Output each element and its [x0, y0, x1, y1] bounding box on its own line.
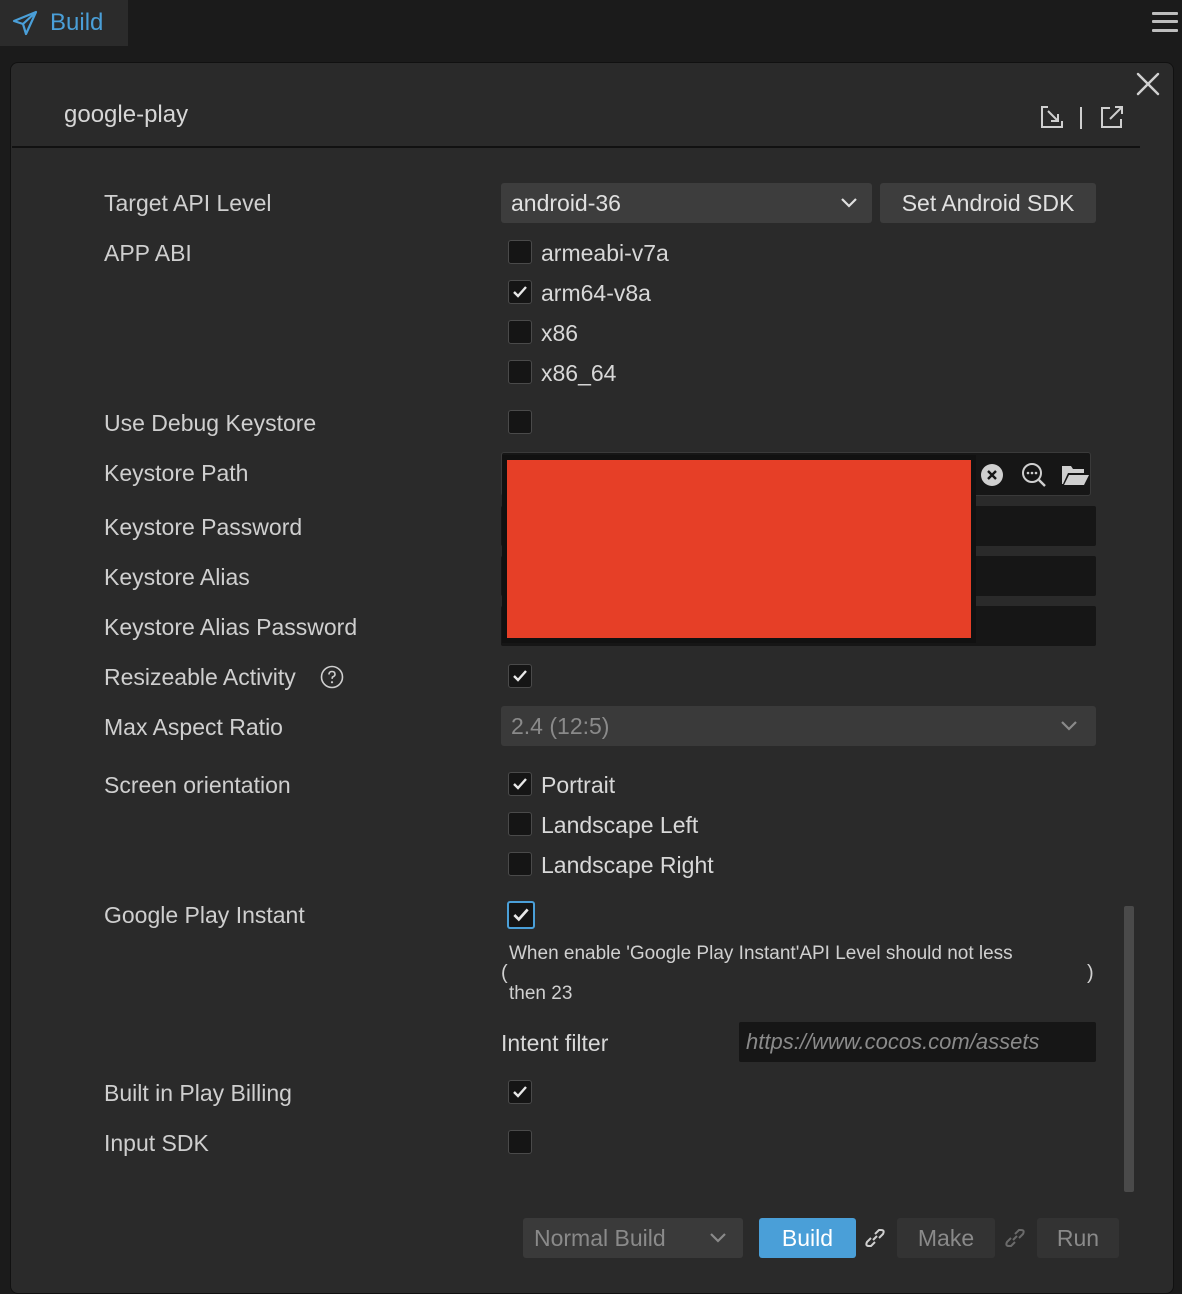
header-divider — [1080, 107, 1082, 129]
set-android-sdk-button[interactable]: Set Android SDK — [880, 183, 1096, 223]
help-icon[interactable] — [320, 665, 344, 689]
google-play-instant-label: Google Play Instant — [104, 902, 305, 928]
make-button[interactable]: Make — [897, 1218, 995, 1258]
orientation-option-label: Landscape Right — [541, 852, 714, 878]
intent-filter-placeholder: https://www.cocos.com/assets — [746, 1029, 1040, 1054]
play-billing-label: Built in Play Billing — [104, 1080, 292, 1106]
checkmark-icon — [513, 286, 527, 298]
import-icon[interactable] — [1038, 103, 1066, 131]
abi-x86-checkbox[interactable] — [508, 320, 532, 344]
checkmark-icon — [513, 778, 527, 790]
checkmark-icon — [513, 670, 527, 682]
target-api-select[interactable]: android-36 — [501, 183, 872, 223]
intent-filter-input[interactable]: https://www.cocos.com/assets — [739, 1022, 1096, 1062]
input-sdk-label: Input SDK — [104, 1130, 209, 1156]
chevron-down-icon — [841, 198, 857, 208]
hamburger-menu-icon[interactable] — [1152, 10, 1178, 34]
paper-plane-icon — [12, 10, 38, 36]
search-file-icon[interactable] — [1020, 461, 1048, 489]
max-aspect-ratio-select[interactable]: 2.4 (12:5) — [501, 706, 1096, 746]
app-abi-label: APP ABI — [104, 240, 192, 266]
target-api-value: android-36 — [511, 189, 621, 216]
platform-title: google-play — [64, 101, 189, 128]
redaction-block — [502, 455, 976, 643]
checkmark-icon — [513, 1086, 527, 1098]
resizeable-activity-label: Resizeable Activity — [104, 664, 296, 691]
abi-arm64-v8a-checkbox[interactable] — [508, 280, 532, 304]
build-button[interactable]: Build — [759, 1218, 856, 1258]
resizeable-activity-text: Resizeable Activity — [104, 664, 296, 690]
orientation-landscape-left-checkbox[interactable] — [508, 812, 532, 836]
keystore-path-label: Keystore Path — [104, 460, 249, 486]
keystore-alias-label: Keystore Alias — [104, 564, 250, 590]
note-paren-close: ) — [1087, 962, 1094, 984]
chevron-down-icon — [710, 1233, 726, 1243]
abi-option-label: arm64-v8a — [541, 280, 651, 306]
orientation-option-label: Portrait — [541, 772, 616, 798]
tab-bar — [0, 0, 1182, 46]
target-api-label: Target API Level — [104, 190, 272, 216]
tab-build[interactable]: Build — [0, 0, 128, 46]
resizeable-activity-checkbox[interactable] — [508, 664, 532, 688]
close-icon[interactable] — [1134, 70, 1162, 98]
play-billing-checkbox[interactable] — [508, 1080, 532, 1104]
checkmark-icon — [513, 908, 529, 922]
folder-open-icon[interactable] — [1060, 462, 1090, 488]
orientation-landscape-right-checkbox[interactable] — [508, 852, 532, 876]
debug-keystore-label: Use Debug Keystore — [104, 410, 317, 436]
abi-armeabi-v7a-checkbox[interactable] — [508, 240, 532, 264]
link-icon — [1005, 1229, 1025, 1247]
tab-label: Build — [50, 9, 104, 36]
input-sdk-checkbox[interactable] — [508, 1130, 532, 1154]
build-type-value: Normal Build — [534, 1224, 666, 1251]
max-aspect-ratio-label: Max Aspect Ratio — [104, 714, 283, 740]
abi-option-label: armeabi-v7a — [541, 240, 669, 266]
link-icon — [865, 1229, 885, 1247]
note-paren-open: ( — [501, 962, 508, 984]
api-level-note-line2: then 23 — [509, 983, 573, 1004]
header-separator — [12, 146, 1140, 148]
orientation-portrait-checkbox[interactable] — [508, 772, 532, 796]
build-type-select[interactable]: Normal Build — [523, 1218, 743, 1258]
keystore-password-label: Keystore Password — [104, 514, 303, 540]
intent-filter-label: Intent filter — [501, 1030, 609, 1056]
abi-x86-64-checkbox[interactable] — [508, 360, 532, 384]
orientation-option-label: Landscape Left — [541, 812, 699, 838]
run-button[interactable]: Run — [1037, 1218, 1119, 1258]
clear-icon[interactable] — [979, 462, 1005, 488]
api-level-note-line1: When enable 'Google Play Instant'API Lev… — [509, 943, 1013, 964]
export-icon[interactable] — [1098, 103, 1126, 131]
google-play-instant-checkbox[interactable] — [507, 901, 535, 929]
abi-option-label: x86 — [541, 320, 579, 346]
debug-keystore-checkbox[interactable] — [508, 410, 532, 434]
abi-option-label: x86_64 — [541, 360, 617, 386]
screen-orientation-label: Screen orientation — [104, 772, 291, 798]
max-aspect-ratio-value: 2.4 (12:5) — [511, 712, 610, 739]
chevron-down-icon — [1061, 721, 1077, 731]
scrollbar[interactable] — [1124, 906, 1134, 1192]
keystore-alias-password-label: Keystore Alias Password — [104, 614, 358, 640]
